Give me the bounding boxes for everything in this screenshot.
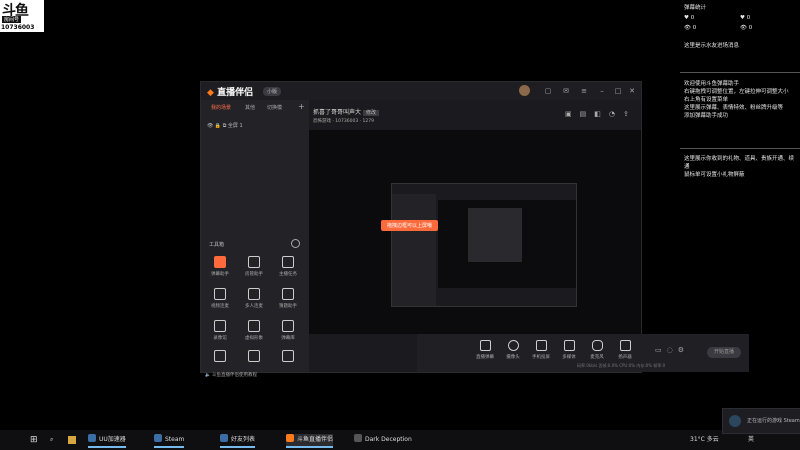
tools-title: 工具箱 [209, 242, 225, 248]
tab-my-scenes[interactable]: 我的场景 [211, 104, 231, 111]
tab-switch[interactable]: 切换模 [267, 104, 282, 111]
status-bar: 码率:0kb/s 丢帧:0.0% CPU:0% 内存:0% 帧率:0 [577, 363, 666, 368]
welcome-line-4: 添加弹幕助手成功 [684, 113, 729, 119]
welcome-line-1: 右键拖拽可调整位置，左键拉伸可调整大小 [684, 89, 789, 95]
room-label: 房间号 [2, 16, 22, 23]
edit-button[interactable]: 修改 [362, 110, 379, 116]
tool-avatar[interactable]: 虚拟形象 [239, 320, 269, 346]
search-icon[interactable]: ⌕ [50, 434, 53, 446]
chat-line-1: 这里是示水友进场消息 [684, 43, 740, 49]
taskbar: ⊞ ⌕ UU加速器 Steam 好友列表 斗鱼直播伴侣 Dark Decepti… [0, 430, 800, 450]
tutorial-link[interactable]: 🔈 斗鱼直播伴侣使用教程 [205, 372, 257, 378]
tool-room-admin[interactable]: 房管助手 [239, 256, 269, 282]
streaming-app-window: ◆ 直播伴侣 小版 ▢ ✉ ≡ – □ ✕ 我的场景 其他 切换模 + 👁 🔒 … [200, 81, 749, 378]
more-icon[interactable] [291, 239, 300, 248]
title-bar: ◆ 直播伴侣 小版 ▢ ✉ ≡ – □ ✕ [201, 82, 641, 100]
close-icon[interactable]: ✕ [627, 86, 637, 96]
notice-line-1: 这里展示你收到的礼物、道具、贵族开通、续 [684, 156, 795, 162]
stream-category: 恐怖游戏 · 10736003 · 1279 [313, 119, 374, 124]
main-area: 抓喜了哥哥叫声大 修改 恐怖游戏 · 10736003 · 1279 ▣▤◧◔⇪… [309, 100, 749, 372]
start-icon[interactable]: ⊞ [30, 434, 38, 446]
input-language[interactable]: 英 [748, 434, 754, 446]
danmaku-button[interactable]: 直播弹幕 [473, 340, 497, 370]
tool-danmaku-lib[interactable]: 弹幕库 [273, 320, 303, 346]
camera-button[interactable]: 摄像头 [501, 340, 525, 370]
taskbar-steam[interactable]: Steam [154, 434, 185, 448]
bottom-controls: 直播弹幕 摄像头 手机投屏 多媒体 麦克风 扬声器 ▭◌⚙ 开始直播 码率:0k… [417, 334, 749, 372]
nested-preview [391, 183, 577, 307]
left-panel: 我的场景 其他 切换模 + 👁 🔒 ⧉ 全屏 1 工具箱 弹幕助手 房管助手 主… [201, 100, 309, 378]
stat-gifts: ♥ 0 [740, 15, 751, 21]
stat-c1: 👁 0 [684, 25, 697, 31]
stat-likes: ♥ 0 [684, 15, 695, 21]
stat-c2: 👁 0 [740, 25, 753, 31]
stats-title: 弹幕统计 [684, 5, 707, 11]
menu-icon[interactable]: ≡ [579, 86, 589, 96]
taskbar-douyu[interactable]: 斗鱼直播伴侣 [286, 434, 334, 448]
taskbar-friends[interactable]: 好友列表 [220, 434, 256, 448]
tool-extra-2[interactable] [239, 350, 269, 366]
tab-other[interactable]: 其他 [245, 104, 255, 111]
tool-recording[interactable]: 录像馆 [205, 320, 235, 346]
welcome-line-3: 这里展示弹幕、表情特效、粉丝牌升级等 [684, 105, 784, 111]
taskbar-dark-deception[interactable]: Dark Deception [354, 434, 412, 446]
douyu-watermark: 斗鱼 房间号 10736003 [0, 0, 44, 32]
room-number: 10736003 [1, 24, 35, 31]
tool-video-link[interactable]: 视频连麦 [205, 288, 235, 314]
scene-item[interactable]: 👁 🔒 ⧉ 全屏 1 [207, 122, 243, 129]
avatar[interactable] [519, 85, 530, 96]
toolbar-icons[interactable]: ▣▤◧◔⇪ [565, 110, 637, 118]
tool-quiz[interactable]: 猜题助手 [273, 288, 303, 314]
tool-danmaku[interactable]: 弹幕助手 [205, 256, 235, 282]
tool-multi-link[interactable]: 多人连麦 [239, 288, 269, 314]
maximize-icon[interactable]: □ [613, 86, 623, 96]
skin-icon[interactable]: ▢ [543, 86, 553, 96]
version-badge: 小版 [263, 87, 282, 96]
minimize-icon[interactable]: – [597, 86, 607, 96]
go-live-button[interactable]: 开始直播 [707, 347, 741, 358]
settings-icons[interactable]: ▭◌⚙ [655, 346, 689, 354]
weather[interactable]: 31°C 多云 [690, 434, 719, 446]
app-brand: ◆ 直播伴侣 [207, 88, 254, 98]
tool-extra-3[interactable] [273, 350, 303, 366]
preview-canvas[interactable] [309, 130, 641, 334]
steam-notification[interactable]: 正在运行的游戏 Steam [722, 408, 800, 434]
drag-tip: 拖拽边框可以上屏哦 [381, 220, 439, 231]
tool-tasks[interactable]: 主播任务 [273, 256, 303, 282]
notice-line-2: 通 [684, 164, 690, 170]
chat-divider [680, 72, 800, 73]
taskbar-uu[interactable]: UU加速器 [88, 434, 126, 448]
notice-line-3: 鼠标单可设置小礼物屏蔽 [684, 172, 745, 178]
welcome-line-2: 右上角有设置菜单 [684, 97, 729, 103]
welcome-title: 欢迎使用斗鱼弹幕助手 [684, 81, 740, 87]
chat-divider [680, 148, 800, 149]
add-icon[interactable]: + [298, 102, 305, 111]
explorer-icon[interactable] [68, 436, 76, 444]
steam-icon [729, 415, 741, 427]
phone-cast-button[interactable]: 手机投屏 [529, 340, 553, 370]
mail-icon[interactable]: ✉ [561, 86, 571, 96]
stream-title: 抓喜了哥哥叫声大 修改 [313, 107, 379, 116]
tool-extra-1[interactable] [205, 350, 235, 366]
